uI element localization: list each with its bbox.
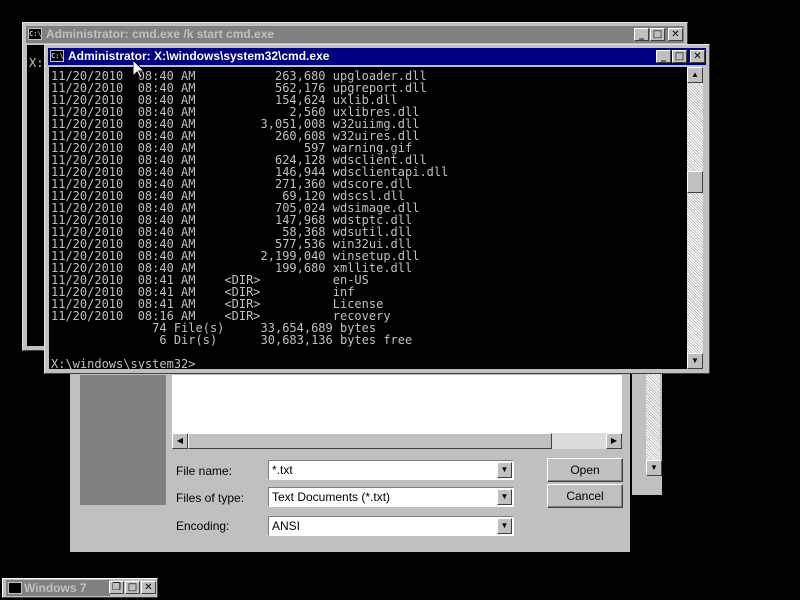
cmd-icon: C:\: [50, 50, 64, 62]
file-list-hscrollbar[interactable]: ◀ ▶: [172, 433, 622, 449]
minimized-window-label: Windows 7: [24, 581, 87, 595]
cmd-front-title: Administrator: X:\windows\system32\cmd.e…: [68, 49, 330, 63]
window-icon: [8, 582, 22, 594]
cmd-back-titlebar[interactable]: C:\ Administrator: cmd.exe /k start cmd.…: [26, 26, 684, 43]
mouse-pointer-icon: [133, 60, 145, 79]
scroll-up-icon[interactable]: ▲: [687, 67, 703, 83]
chevron-down-icon[interactable]: ▼: [497, 462, 512, 478]
file-name-label: File name:: [176, 464, 233, 478]
minimize-icon[interactable]: _: [656, 50, 671, 63]
file-type-combo[interactable]: Text Documents (*.txt) ▼: [268, 487, 514, 507]
file-name-value: *.txt: [272, 463, 293, 477]
file-type-label: Files of type:: [176, 491, 245, 505]
cmd-back-prompt: X:: [29, 56, 44, 70]
maximize-icon[interactable]: □: [125, 581, 140, 594]
background-window-edge: ▼: [632, 360, 662, 495]
scroll-right-icon[interactable]: ▶: [606, 433, 622, 449]
encoding-combo[interactable]: ANSI ▼: [268, 516, 514, 536]
minimized-window-title[interactable]: Windows 7: [6, 580, 110, 596]
file-name-combo[interactable]: *.txt ▼: [268, 460, 514, 480]
minimized-window[interactable]: Windows 7 ❐ □ ✕: [2, 578, 158, 598]
cancel-button[interactable]: Cancel: [547, 484, 623, 508]
cmd-front-console[interactable]: 11/20/2010 08:40 AM 263,680 upgloader.dl…: [49, 67, 687, 369]
scroll-left-icon[interactable]: ◀: [172, 433, 188, 449]
close-icon[interactable]: ✕: [141, 581, 156, 594]
hscroll-thumb[interactable]: [188, 433, 552, 449]
scroll-thumb[interactable]: [687, 171, 703, 193]
places-bar: [80, 375, 166, 505]
chevron-down-icon[interactable]: ▼: [497, 489, 512, 505]
restore-icon[interactable]: ❐: [109, 581, 124, 594]
file-type-value: Text Documents (*.txt): [272, 490, 391, 504]
console-line: X:\windows\system32>: [51, 357, 196, 369]
close-icon[interactable]: ✕: [690, 50, 705, 63]
cmd-back-title: Administrator: cmd.exe /k start cmd.exe: [46, 27, 275, 41]
scroll-down-icon[interactable]: ▼: [646, 460, 662, 476]
open-button[interactable]: Open: [547, 458, 623, 482]
cmd-icon: C:\: [28, 28, 42, 40]
file-list[interactable]: [172, 375, 622, 433]
minimize-icon[interactable]: _: [634, 28, 649, 41]
cmd-front-titlebar[interactable]: C:\ Administrator: X:\windows\system32\c…: [48, 48, 706, 65]
maximize-icon[interactable]: □: [650, 28, 665, 41]
close-icon[interactable]: ✕: [668, 28, 683, 41]
scroll-down-icon[interactable]: ▼: [687, 353, 703, 369]
encoding-value: ANSI: [272, 519, 301, 533]
cmd-window-front[interactable]: C:\ Administrator: X:\windows\system32\c…: [44, 44, 710, 374]
cmd-front-vscrollbar[interactable]: ▲ ▼: [687, 67, 703, 369]
scroll-track[interactable]: [687, 83, 703, 353]
chevron-down-icon[interactable]: ▼: [497, 518, 512, 534]
console-line: 6 Dir(s) 30,683,136 bytes free: [51, 333, 413, 347]
encoding-label: Encoding:: [176, 519, 230, 533]
maximize-icon[interactable]: □: [672, 50, 687, 63]
